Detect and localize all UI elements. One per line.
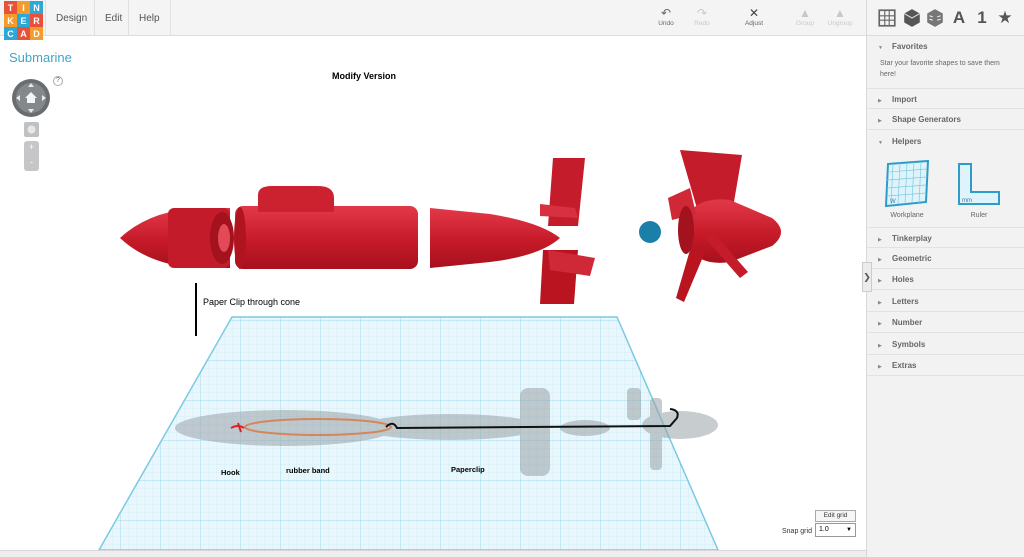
snap-grid-value: 1.0 xyxy=(819,526,829,533)
menu-design[interactable]: Design xyxy=(45,0,97,36)
section-symbols-label: Symbols xyxy=(892,340,926,349)
collapsed-arrow-icon: ▶ xyxy=(878,257,882,263)
letters-tab[interactable]: A xyxy=(949,8,969,28)
menu-edit[interactable]: Edit xyxy=(94,0,132,36)
svg-text:W: W xyxy=(890,199,896,205)
logo-letter: A xyxy=(17,27,30,40)
section-favorites-label: Favorites xyxy=(892,42,928,51)
svg-text:mm: mm xyxy=(962,198,972,204)
section-holes[interactable]: ▶ Holes xyxy=(867,269,1024,290)
section-symbols[interactable]: ▶ Symbols xyxy=(867,334,1024,355)
number-tab[interactable]: 1 xyxy=(972,8,992,28)
section-shape-generators-label: Shape Generators xyxy=(892,115,961,124)
section-import-label: Import xyxy=(892,95,917,104)
workplane-helper[interactable]: W Workplane xyxy=(881,158,933,219)
section-extras-label: Extras xyxy=(892,361,917,370)
ruler-label: Ruler xyxy=(970,212,988,219)
favorites-hint: Star your favorite shapes to save them h… xyxy=(880,60,1000,78)
annotation-paper-clip: Paper Clip through cone xyxy=(203,297,301,307)
box-tab-icon[interactable] xyxy=(902,8,922,28)
section-tinkerplay-label: Tinkerplay xyxy=(892,234,932,243)
redo-button[interactable]: ↷ Redo xyxy=(680,6,724,27)
section-geometric[interactable]: ▶ Geometric xyxy=(867,248,1024,269)
logo-letter: T xyxy=(4,1,17,14)
panel-tabs: A 1 ★ xyxy=(866,0,1024,36)
snap-grid-select[interactable]: 1.0 ▼ xyxy=(815,523,856,537)
collapsed-arrow-icon: ▶ xyxy=(878,343,882,349)
logo-letter: I xyxy=(17,1,30,14)
section-number[interactable]: ▶ Number xyxy=(867,312,1024,333)
section-tinkerplay[interactable]: ▶ Tinkerplay xyxy=(867,227,1024,248)
tinkercad-logo[interactable]: TINKERCAD xyxy=(4,1,43,40)
expanded-arrow-icon: ▼ xyxy=(878,140,883,146)
label-rubber-band: rubber band xyxy=(286,466,330,475)
white-gap-part xyxy=(596,220,626,244)
section-extras[interactable]: ▶ Extras xyxy=(867,355,1024,376)
logo-letter: K xyxy=(4,14,17,27)
shapes-panel: ▼ Favorites Star your favorite shapes to … xyxy=(866,36,1024,557)
workspace-canvas[interactable] xyxy=(0,0,866,557)
section-helpers[interactable]: ▼ Helpers xyxy=(867,131,1024,152)
adjust-icon: ✕ xyxy=(748,6,760,20)
section-favorites[interactable]: ▼ Favorites xyxy=(867,36,1024,57)
tail-section[interactable] xyxy=(430,158,595,308)
section-shape-generators[interactable]: ▶ Shape Generators xyxy=(867,109,1024,130)
logo-letter: E xyxy=(17,14,30,27)
grid-tab-icon[interactable] xyxy=(877,8,897,28)
project-title[interactable]: Submarine xyxy=(9,50,72,65)
chevron-down-icon: ▼ xyxy=(846,527,852,533)
menu-help[interactable]: Help xyxy=(128,0,171,36)
ungroup-button[interactable]: ▲ Ungroup xyxy=(818,6,862,27)
redo-icon: ↷ xyxy=(696,6,708,20)
view-title: Modify Version xyxy=(332,71,397,81)
collapsed-arrow-icon: ▶ xyxy=(878,278,882,284)
section-helpers-label: Helpers xyxy=(892,137,922,146)
ruler-helper[interactable]: mm Ruler xyxy=(949,158,1009,219)
bottom-strip xyxy=(0,550,866,557)
collapsed-arrow-icon: ▶ xyxy=(878,364,882,370)
undo-label: Undo xyxy=(658,20,674,27)
ungroup-icon: ▲ xyxy=(834,6,846,20)
collapsed-arrow-icon: ▶ xyxy=(878,300,882,306)
collapsed-arrow-icon: ▶ xyxy=(878,321,882,327)
edit-grid-button[interactable]: Edit grid xyxy=(815,510,856,522)
section-letters-label: Letters xyxy=(892,297,919,306)
propeller[interactable] xyxy=(668,150,781,302)
ball-part[interactable] xyxy=(639,221,661,243)
favorites-star-tab-icon[interactable]: ★ xyxy=(995,8,1015,28)
section-letters[interactable]: ▶ Letters xyxy=(867,291,1024,312)
workplane-label: Workplane xyxy=(890,212,924,219)
zoom-out-button[interactable]: - xyxy=(24,156,39,168)
section-import[interactable]: ▶ Import xyxy=(867,88,1024,109)
ungroup-label: Ungroup xyxy=(827,20,853,27)
section-geometric-label: Geometric xyxy=(892,254,932,263)
logo-letter: R xyxy=(30,14,43,27)
label-hook: Hook xyxy=(221,468,240,477)
pattern-box-tab-icon[interactable] xyxy=(925,8,945,28)
section-number-label: Number xyxy=(892,318,923,327)
logo-letter: C xyxy=(4,27,17,40)
snap-grid-label: Snap grid xyxy=(782,528,812,535)
nose-cone[interactable] xyxy=(120,208,234,268)
zoom-in-button[interactable]: + xyxy=(24,141,39,153)
adjust-button[interactable]: ✕ Adjust xyxy=(732,6,776,27)
ruler-icon: mm xyxy=(958,163,1000,205)
expanded-arrow-icon: ▼ xyxy=(878,45,883,51)
orbit-control[interactable] xyxy=(12,79,50,117)
group-label: Group xyxy=(795,20,815,27)
fit-view-button[interactable] xyxy=(24,122,39,137)
logo-letter: D xyxy=(30,27,43,40)
fit-view-icon xyxy=(27,125,36,134)
redo-label: Redo xyxy=(694,20,710,27)
collapsed-arrow-icon: ▶ xyxy=(878,118,882,124)
label-paperclip: Paperclip xyxy=(451,465,485,474)
help-button[interactable]: ? xyxy=(53,76,63,86)
workplane-icon: W xyxy=(884,159,930,208)
submarine-hull[interactable] xyxy=(234,186,418,269)
adjust-label: Adjust xyxy=(744,20,764,27)
panel-collapse-handle[interactable]: ❯ xyxy=(862,262,872,292)
section-holes-label: Holes xyxy=(892,275,914,284)
logo-letter: N xyxy=(30,1,43,14)
